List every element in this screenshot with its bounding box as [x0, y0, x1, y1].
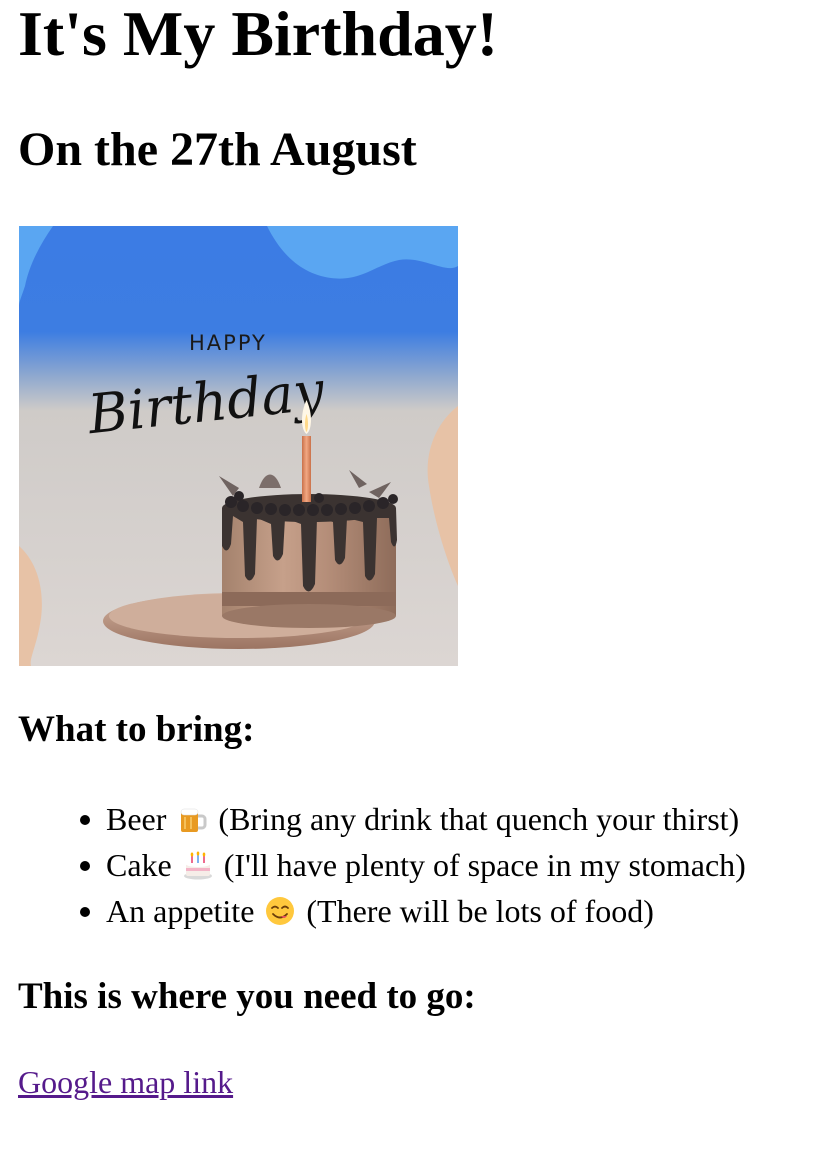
event-date-heading: On the 27th August: [18, 123, 417, 176]
list-item: Cake (I'll have plenty of space in my st…: [80, 842, 746, 888]
birthday-cake-icon: [183, 851, 212, 880]
google-map-link[interactable]: Google map link: [18, 1060, 233, 1104]
bring-list: Beer (Bring any drink that quench your t…: [18, 796, 746, 934]
what-to-bring-heading: What to bring:: [18, 709, 255, 750]
yum-face-icon: [266, 897, 295, 925]
list-item: Beer (Bring any drink that quench your t…: [80, 796, 746, 842]
item-name: An appetite: [106, 893, 255, 929]
item-name: Beer: [106, 801, 167, 837]
item-note: (Bring any drink that quench your thirst…: [218, 801, 740, 837]
list-item: An appetite (There will be lots of food): [80, 888, 746, 934]
beer-mug-icon: [181, 808, 207, 832]
item-note: (I'll have plenty of space in my stomach…: [223, 847, 746, 883]
page-title: It's My Birthday!: [18, 0, 498, 69]
directions-heading: This is where you need to go:: [18, 976, 476, 1017]
birthday-cake-image: HAPPY Birthday: [19, 226, 458, 666]
happy-text: HAPPY: [189, 331, 267, 355]
item-name: Cake: [106, 847, 172, 883]
item-note: (There will be lots of food): [306, 893, 654, 929]
